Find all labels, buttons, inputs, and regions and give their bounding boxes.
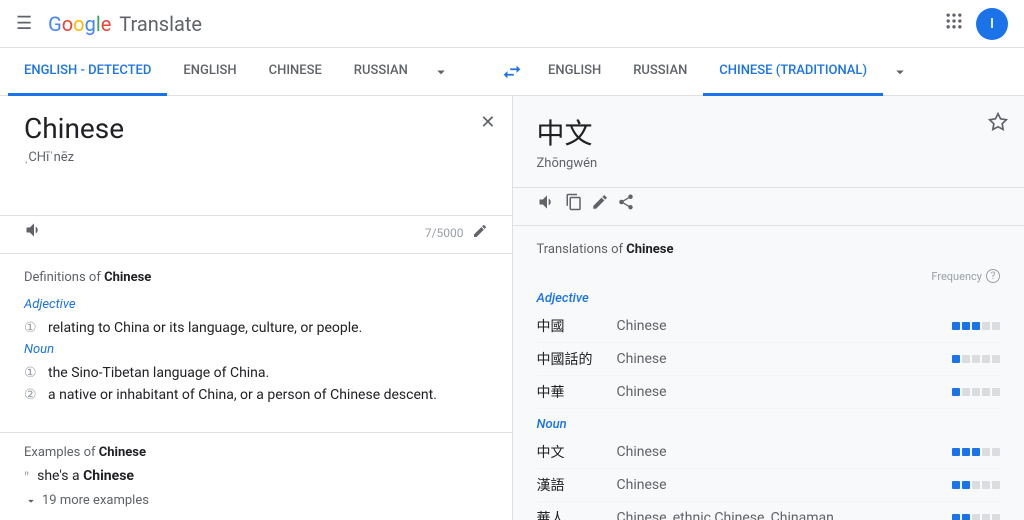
left-panel: Chinese ˌCHīˈnēz ✕ 7/5000 Definitions of… — [0, 96, 513, 520]
translation-main-text: 中文 — [537, 112, 1001, 152]
language-bar: ENGLISH - DETECTED ENGLISH CHINESE RUSSI… — [0, 48, 1024, 96]
definitions-section: Definitions of Chinese Adjective ① relat… — [0, 254, 512, 432]
translation-actions — [513, 188, 1024, 226]
main-content: Chinese ˌCHīˈnēz ✕ 7/5000 Definitions of… — [0, 96, 1024, 520]
table-row: 中國話的 Chinese — [537, 343, 1001, 376]
adjective-label: Adjective — [24, 297, 488, 312]
close-button[interactable]: ✕ — [480, 112, 495, 133]
more-languages-right[interactable] — [883, 48, 917, 96]
tab-russian-left[interactable]: RUSSIAN — [338, 48, 424, 96]
translations-title: Translations of Chinese — [537, 242, 1001, 257]
noun-def-2: ② a native or inhabitant of China, or a … — [24, 387, 488, 403]
share-button[interactable] — [617, 193, 635, 216]
quote-icon: " — [24, 468, 29, 487]
examples-section: Examples of Chinese " she's a Chinese 19… — [0, 432, 512, 520]
trans-adjective-label: Adjective — [537, 291, 1001, 306]
definitions-title: Definitions of Chinese — [24, 270, 488, 285]
header-right: I — [944, 8, 1008, 40]
more-languages-left[interactable] — [424, 48, 458, 96]
star-button[interactable] — [988, 112, 1008, 137]
noun-label: Noun — [24, 342, 488, 357]
translations-list: Translations of Chinese Frequency ? Adje… — [513, 226, 1024, 520]
lang-bar-left: ENGLISH - DETECTED ENGLISH CHINESE RUSSI… — [8, 48, 492, 96]
lang-bar-right: ENGLISH RUSSIAN CHINESE (TRADITIONAL) — [532, 48, 1016, 96]
tab-russian-right[interactable]: RUSSIAN — [617, 48, 703, 96]
edit-button-left[interactable] — [472, 223, 488, 243]
tab-chinese-traditional[interactable]: CHINESE (TRADITIONAL) — [703, 48, 883, 96]
tab-english-right[interactable]: ENGLISH — [532, 48, 617, 96]
frequency-info-icon[interactable]: ? — [986, 269, 1000, 283]
char-count: 7/5000 — [425, 226, 464, 240]
input-word: Chinese — [24, 112, 488, 145]
tab-english-left[interactable]: ENGLISH — [167, 48, 252, 96]
translate-label: Translate — [119, 12, 202, 36]
input-actions: 7/5000 — [0, 216, 512, 254]
copy-button[interactable] — [565, 193, 583, 216]
swap-languages-button[interactable] — [492, 52, 532, 92]
speaker-button-right[interactable] — [537, 192, 557, 217]
edit-button-right[interactable] — [591, 193, 609, 216]
freq-bars — [952, 481, 1000, 489]
translation-area: 中文 Zhōngwén — [513, 96, 1024, 188]
table-row: 中國 Chinese — [537, 310, 1001, 343]
example-1: " she's a Chinese — [24, 468, 488, 487]
input-area: Chinese ˌCHīˈnēz ✕ — [0, 96, 512, 216]
frequency-header: Frequency ? — [537, 269, 1001, 283]
tab-english-detected[interactable]: ENGLISH - DETECTED — [8, 48, 167, 96]
table-row: 中華 Chinese — [537, 376, 1001, 409]
speaker-button-left[interactable] — [24, 220, 44, 245]
freq-bars — [952, 448, 1000, 456]
phonetic-text: ˌCHīˈnēz — [24, 149, 488, 165]
avatar[interactable]: I — [976, 8, 1008, 40]
google-logo: Google — [48, 12, 111, 36]
header: ☰ Google Translate I — [0, 0, 1024, 48]
translation-phonetic: Zhōngwén — [537, 156, 1001, 171]
menu-icon[interactable]: ☰ — [16, 13, 32, 34]
freq-bars — [952, 322, 1000, 330]
freq-bars — [952, 388, 1000, 396]
more-examples-label: 19 more examples — [42, 493, 149, 508]
noun-def-1: ① the Sino-Tibetan language of China. — [24, 365, 488, 381]
freq-bars — [952, 355, 1000, 363]
grid-icon[interactable] — [944, 11, 964, 36]
table-row: 漢語 Chinese — [537, 469, 1001, 502]
tab-chinese-left[interactable]: CHINESE — [253, 48, 338, 96]
header-logo: ☰ Google Translate — [16, 12, 944, 36]
right-panel: 中文 Zhōngwén — [513, 96, 1024, 520]
freq-bars — [952, 514, 1000, 520]
frequency-label: Frequency — [931, 270, 982, 283]
adj-def-1: ① relating to China or its language, cul… — [24, 320, 488, 336]
trans-noun-label: Noun — [537, 417, 1001, 432]
more-examples-button[interactable]: 19 more examples — [24, 493, 488, 508]
table-row: 中文 Chinese — [537, 436, 1001, 469]
examples-title: Examples of Chinese — [24, 445, 488, 460]
table-row: 華人 Chinese, ethnic Chinese, Chinaman — [537, 502, 1001, 520]
